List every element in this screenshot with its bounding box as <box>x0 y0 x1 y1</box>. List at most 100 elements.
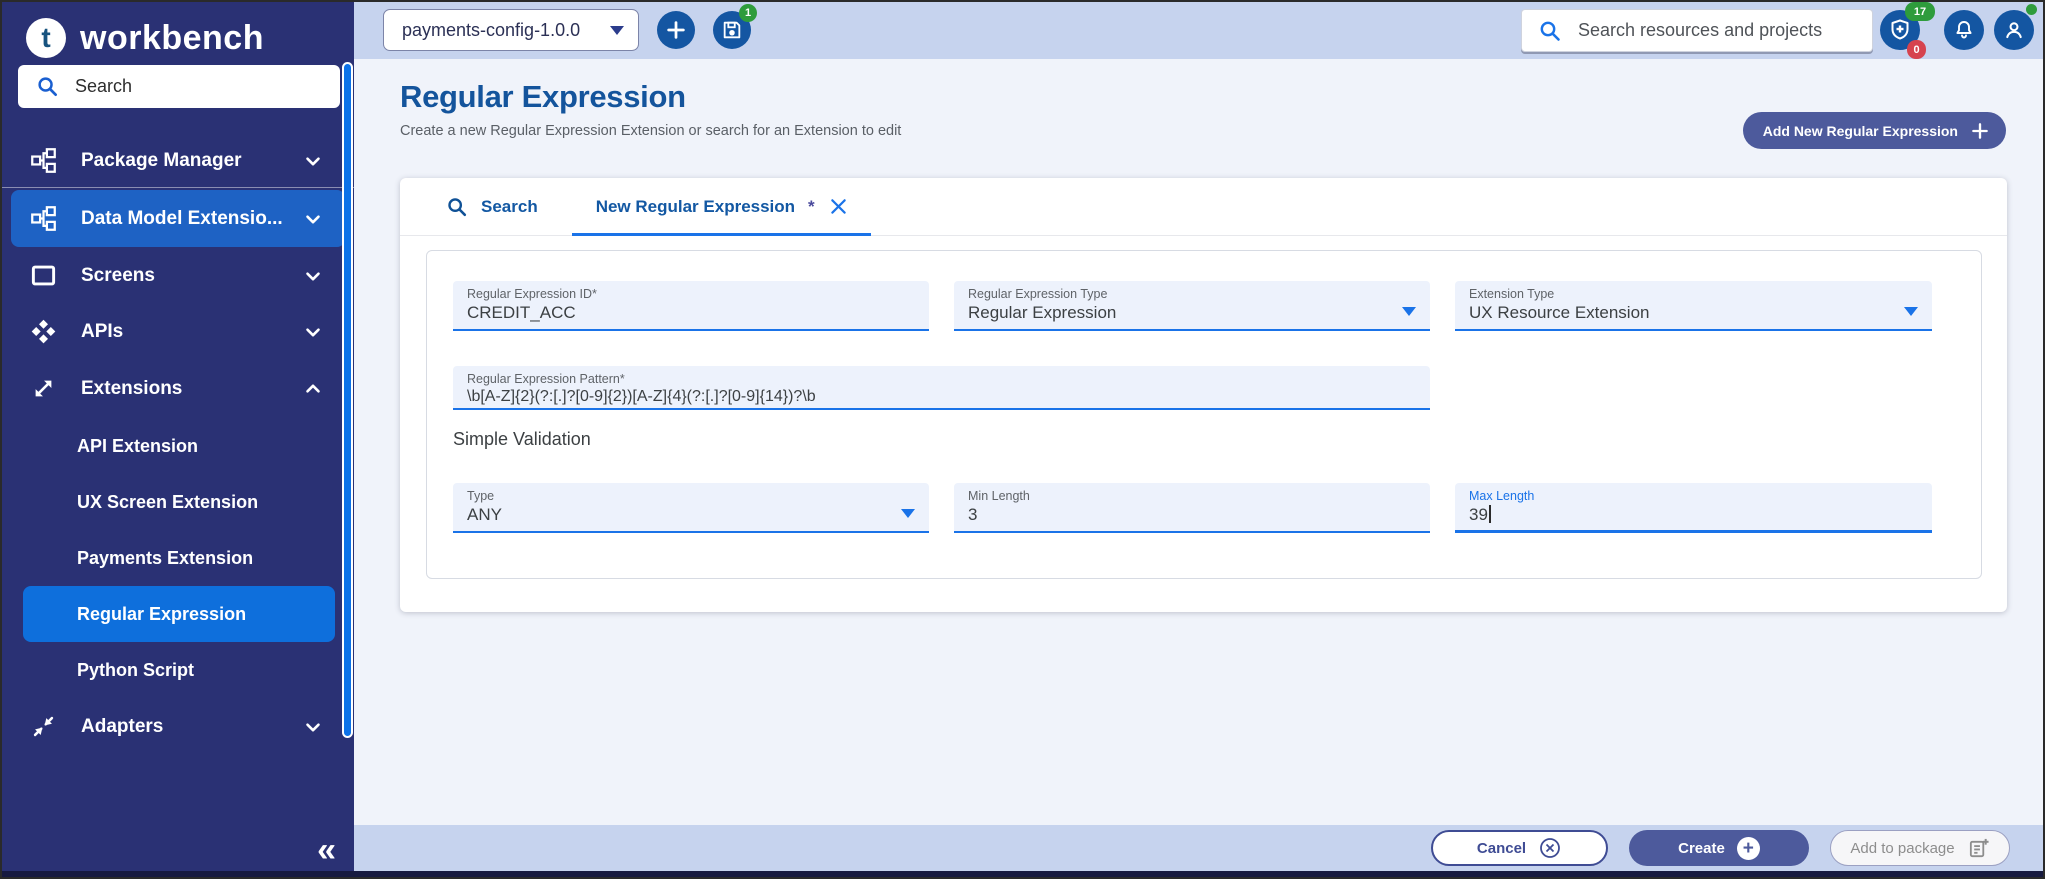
field-value: UX Resource Extension <box>1455 301 1932 323</box>
unsaved-changes-marker: * <box>808 197 815 217</box>
chevron-down-icon <box>302 321 324 343</box>
logo-letter: t <box>41 22 50 54</box>
app-logo: t workbench <box>2 2 354 62</box>
tab-search[interactable]: Search <box>404 178 572 235</box>
field-value: \b[A-Z]{2}(?:[.]?[0-9]{2})[A-Z]{4}(?:[.]… <box>453 386 1430 406</box>
circled-plus-icon: + <box>1737 837 1760 860</box>
tab-label: Search <box>481 197 538 217</box>
sidebar-item-label: Extensions <box>81 378 302 400</box>
account-status-dot <box>2026 4 2037 15</box>
window-icon <box>30 262 57 289</box>
sidebar-item-label: Adapters <box>81 716 302 738</box>
form-card: Regular Expression ID* CREDIT_ACC Regula… <box>426 250 1982 579</box>
min-length-field[interactable]: Min Length 3 <box>954 483 1430 533</box>
search-icon <box>1538 19 1562 43</box>
app-name: workbench <box>80 19 264 58</box>
sidebar: t workbench Search Package Manager <box>2 2 354 873</box>
sidebar-subitem-label: Python Script <box>77 660 194 681</box>
sidebar-item-label: Screens <box>81 265 302 287</box>
field-value: 3 <box>954 503 1430 525</box>
text-cursor <box>1489 505 1491 523</box>
simple-validation-heading: Simple Validation <box>453 429 591 450</box>
notifications-button[interactable] <box>1944 10 1984 50</box>
field-value: CREDIT_ACC <box>453 301 929 323</box>
tab-new-regular-expression[interactable]: New Regular Expression * <box>572 178 871 235</box>
chevron-down-icon <box>1904 307 1918 316</box>
sidebar-search-placeholder: Search <box>75 76 132 97</box>
chevron-down-icon <box>302 208 324 230</box>
field-label: Extension Type <box>1455 281 1932 301</box>
circled-x-icon <box>1538 836 1562 860</box>
chevron-down-icon <box>610 26 624 35</box>
account-button[interactable] <box>1994 10 2034 50</box>
sidebar-subitem-regular-expression[interactable]: Regular Expression <box>23 586 335 642</box>
sidebar-subitem-ux-screen-extension[interactable]: UX Screen Extension <box>2 474 354 530</box>
main-content: Regular Expression Create a new Regular … <box>354 59 2045 830</box>
topbar: payments-config-1.0.0 1 Search resources… <box>354 2 2045 59</box>
shield-plus-icon <box>1888 18 1912 42</box>
field-label: Regular Expression Type <box>954 281 1430 301</box>
org-tree-icon <box>30 205 57 232</box>
validation-type-select[interactable]: Type ANY <box>453 483 929 533</box>
regex-pattern-field[interactable]: Regular Expression Pattern* \b[A-Z]{2}(?… <box>453 366 1430 410</box>
page-subtitle: Create a new Regular Expression Extensio… <box>400 123 901 139</box>
sidebar-item-label: Package Manager <box>81 150 302 172</box>
global-search-input[interactable]: Search resources and projects <box>1521 9 1873 52</box>
close-icon[interactable] <box>828 196 849 217</box>
chevron-down-icon <box>302 150 324 172</box>
sidebar-item-package-manager[interactable]: Package Manager <box>2 132 354 189</box>
tab-label: New Regular Expression <box>596 197 795 217</box>
create-button[interactable]: Create + <box>1629 830 1809 866</box>
footer-action-bar: Cancel Create + Add to package <box>354 825 2045 871</box>
sidebar-subitem-payments-extension[interactable]: Payments Extension <box>2 530 354 586</box>
field-value: Regular Expression <box>954 301 1430 323</box>
package-selector-value: payments-config-1.0.0 <box>402 20 580 41</box>
sidebar-collapse-button[interactable]: « <box>317 833 336 867</box>
sidebar-item-label: Data Model Extensio... <box>81 208 302 230</box>
plus-icon <box>665 19 687 41</box>
package-selector[interactable]: payments-config-1.0.0 <box>383 9 639 51</box>
add-new-regular-expression-button[interactable]: Add New Regular Expression <box>1743 112 2006 149</box>
chevron-down-icon <box>901 509 915 518</box>
save-icon <box>721 19 743 41</box>
sidebar-item-data-model-extensions[interactable]: Data Model Extensio... <box>11 190 345 247</box>
window-bottom-edge <box>2 871 2043 877</box>
field-label: Max Length <box>1455 483 1932 503</box>
app-logo-icon: t <box>26 18 66 58</box>
sidebar-subitem-label: UX Screen Extension <box>77 492 258 513</box>
four-diamonds-icon <box>30 318 57 345</box>
sidebar-item-apis[interactable]: APIs <box>2 303 354 360</box>
chevron-down-icon <box>302 716 324 738</box>
save-badge: 1 <box>739 4 757 22</box>
extension-type-select[interactable]: Extension Type UX Resource Extension <box>1455 281 1932 331</box>
org-tree-icon <box>30 147 57 174</box>
sidebar-item-extensions[interactable]: Extensions <box>2 360 354 417</box>
person-icon <box>2001 17 2027 43</box>
sidebar-search-input[interactable]: Search <box>18 65 340 108</box>
regex-id-field[interactable]: Regular Expression ID* CREDIT_ACC <box>453 281 929 331</box>
errors-badge: 0 <box>1907 40 1926 59</box>
add-to-package-button[interactable]: Add to package <box>1830 830 2010 866</box>
sidebar-scrollbar[interactable] <box>342 62 353 738</box>
add-to-package-label: Add to package <box>1850 840 1954 857</box>
add-new-label: Add New Regular Expression <box>1763 123 1958 139</box>
cancel-button[interactable]: Cancel <box>1431 830 1608 866</box>
sidebar-scrollbar-thumb[interactable] <box>342 62 353 738</box>
regex-type-select[interactable]: Regular Expression Type Regular Expressi… <box>954 281 1430 331</box>
field-label: Regular Expression ID* <box>453 281 929 301</box>
sidebar-item-screens[interactable]: Screens <box>2 247 354 304</box>
sidebar-subitem-python-script[interactable]: Python Script <box>2 642 354 698</box>
cancel-label: Cancel <box>1477 840 1526 857</box>
max-length-field[interactable]: Max Length 39 <box>1455 483 1932 533</box>
sidebar-subitem-label: Payments Extension <box>77 548 253 569</box>
workbench-window: t workbench Search Package Manager <box>0 0 2045 879</box>
alerts-badge: 17 <box>1905 2 1935 21</box>
sidebar-subitem-api-extension[interactable]: API Extension <box>2 418 354 474</box>
sidebar-item-adapters[interactable]: Adapters <box>2 698 354 755</box>
chevron-up-icon <box>302 378 324 400</box>
field-label: Type <box>453 483 929 503</box>
field-value: ANY <box>453 503 929 525</box>
create-label: Create <box>1678 840 1725 857</box>
tab-bar: Search New Regular Expression * <box>400 178 2007 236</box>
new-package-button[interactable] <box>657 11 695 49</box>
